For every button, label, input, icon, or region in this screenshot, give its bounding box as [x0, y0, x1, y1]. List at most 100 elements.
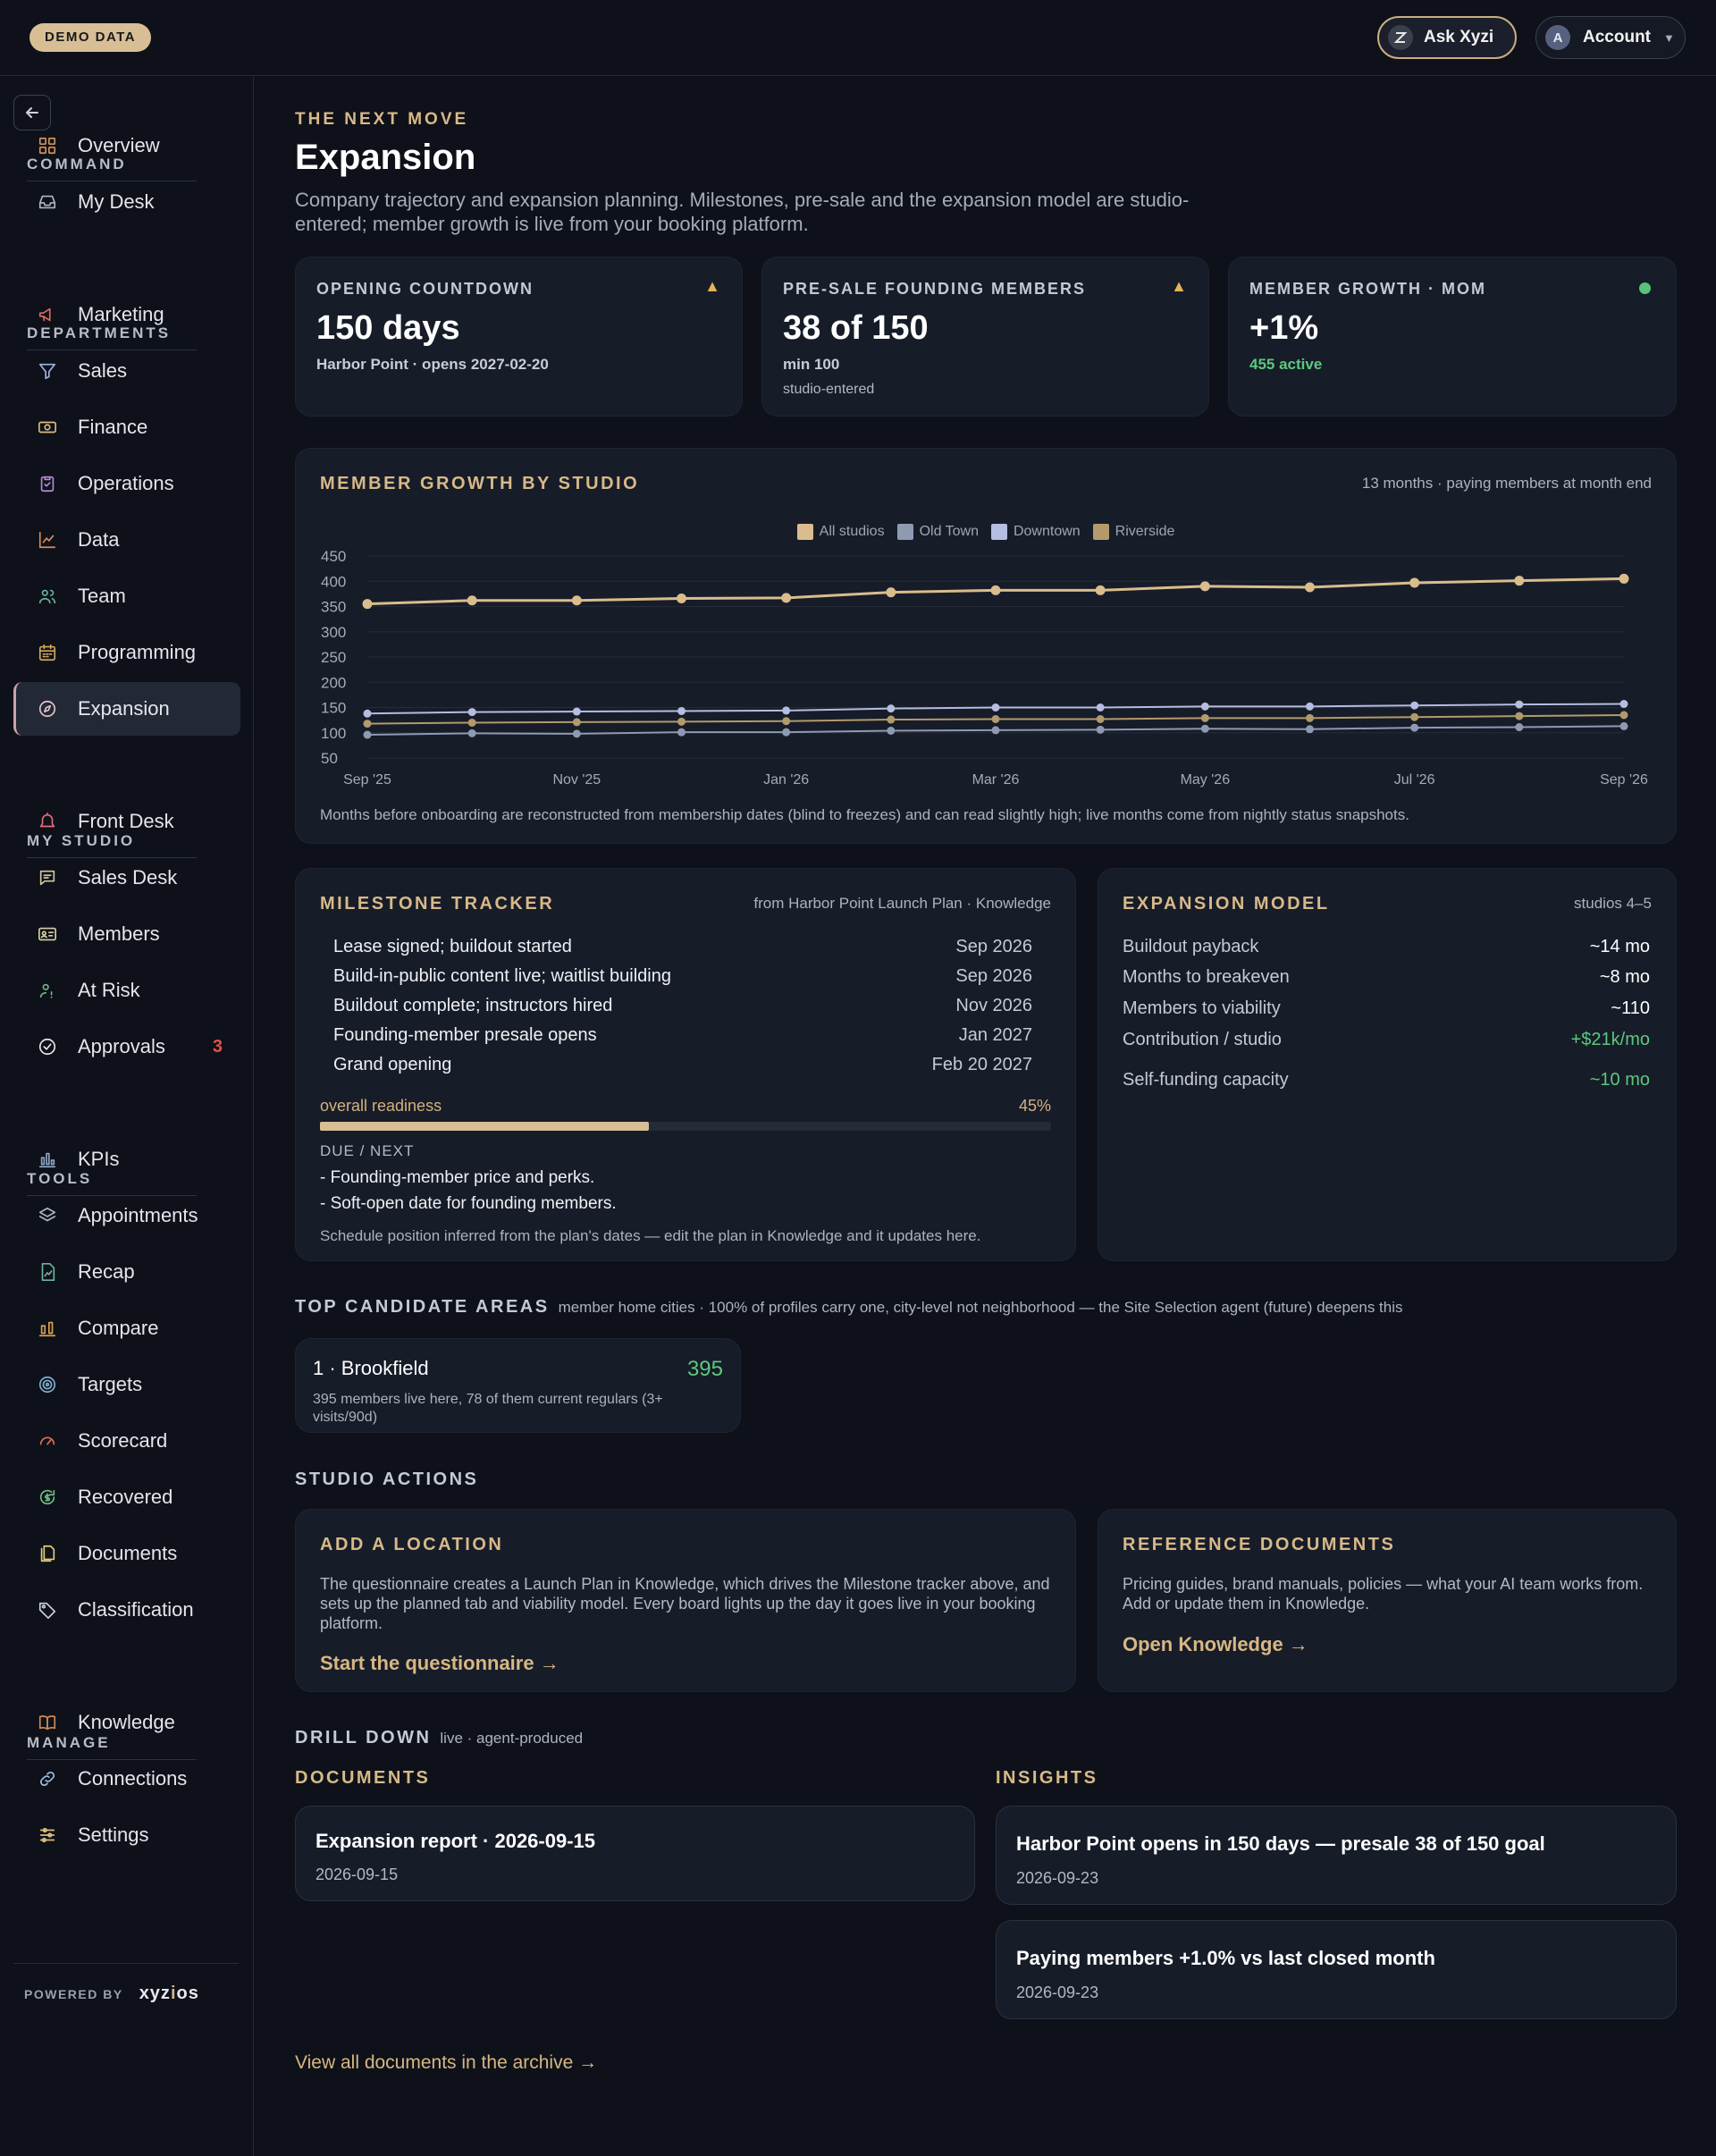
sidebar-item-front-desk[interactable]: Front Desk [13, 795, 240, 848]
legend-label: Downtown [1013, 524, 1081, 539]
insight-card[interactable]: Harbor Point opens in 150 days — presale… [996, 1806, 1677, 1905]
reference-documents-title: REFERENCE DOCUMENTS [1123, 1535, 1396, 1554]
sidebar-item-expansion[interactable]: Expansion [13, 682, 240, 736]
data-point [1619, 700, 1628, 709]
sidebar-item-compare[interactable]: Compare [13, 1301, 240, 1355]
milestone-date: Jan 2027 [958, 1025, 1032, 1045]
milestone-date: Feb 20 2027 [931, 1055, 1032, 1074]
sidebar-item-kpis[interactable]: KPIs [13, 1133, 240, 1186]
kpi-presale-members: PRE-SALE FOUNDING MEMBERS ▲ 38 of 150 mi… [761, 257, 1209, 417]
expansion-model-value: ~14 mo [1589, 937, 1650, 956]
candidate-area-description: 395 members live here, 78 of them curren… [313, 1392, 663, 1425]
y-tick-label: 400 [321, 573, 346, 590]
document-card[interactable]: Expansion report · 2026-09-15 2026-09-15 [295, 1806, 975, 1901]
x-tick-label: Nov '25 [552, 772, 601, 787]
legend-swatch [990, 524, 1007, 540]
sidebar-item-recap[interactable]: Recap [13, 1245, 240, 1299]
open-knowledge-link[interactable]: Open Knowledge → [1123, 1633, 1308, 1656]
data-point [1305, 582, 1315, 593]
data-point [1619, 573, 1629, 584]
data-point [467, 708, 476, 717]
sidebar-item-marketing[interactable]: Marketing [13, 288, 240, 341]
milestone-date: Sep 2026 [955, 937, 1032, 956]
insight-title: Paying members +1.0% vs last closed mont… [1016, 1947, 1435, 1969]
milestone-row: Build-in-public content live; waitlist b… [333, 966, 1032, 987]
file-chart-icon [37, 1261, 58, 1283]
due-item: - Soft-open date for founding members. [320, 1194, 617, 1213]
due-next-label: DUE / NEXT [320, 1142, 415, 1159]
candidate-areas-meta: member home cities · 100% of profiles ca… [558, 1299, 1403, 1316]
data-point [677, 728, 686, 737]
legend-label: Old Town [919, 524, 979, 539]
view-archive-link[interactable]: View all documents in the archive → [295, 2052, 597, 2074]
data-point [1306, 725, 1314, 734]
sidebar-item-operations[interactable]: Operations [13, 457, 240, 510]
sidebar-item-targets[interactable]: Targets [13, 1358, 240, 1411]
insights-title: INSIGHTS [996, 1768, 1098, 1788]
drill-down-meta: live · agent-produced [440, 1730, 584, 1747]
sidebar-item-overview[interactable]: Overview [13, 119, 240, 173]
sidebar-item-scorecard[interactable]: Scorecard [13, 1414, 240, 1468]
legend-item[interactable]: All studios [796, 524, 885, 540]
legend-item[interactable]: Downtown [990, 524, 1081, 540]
sidebar-item-programming[interactable]: Programming [13, 626, 240, 679]
account-menu-button[interactable]: A Account ▼ [1535, 16, 1686, 59]
candidate-area-card[interactable]: 1 · Brookfield 395 395 members live here… [295, 1338, 741, 1433]
milestone-title: MILESTONE TRACKER [320, 894, 555, 914]
milestone-label: Founding-member presale opens [333, 1025, 597, 1045]
sidebar-item-appointments[interactable]: Appointments [13, 1189, 240, 1242]
warning-icon: ▲ [704, 277, 720, 295]
data-point [1515, 700, 1524, 709]
banknote-icon [37, 417, 58, 438]
legend-item[interactable]: Old Town [896, 524, 979, 540]
sidebar-item-my-desk[interactable]: My Desk [13, 175, 240, 229]
data-point [467, 728, 476, 737]
sidebar-item-at-risk[interactable]: At Risk [13, 964, 240, 1017]
data-point [991, 726, 1000, 735]
sidebar: COMMAND DEPARTMENTS MY STUDIO TOOLS MANA… [0, 77, 254, 2156]
y-tick-label: 100 [321, 725, 346, 742]
x-tick-label: May '26 [1181, 772, 1231, 787]
sidebar-item-label: Programming [78, 641, 197, 663]
data-point [572, 718, 581, 727]
ask-xyzi-button[interactable]: Ask Xyzi [1377, 16, 1517, 59]
candidate-area-name: 1 · Brookfield [313, 1357, 429, 1379]
milestone-date: Sep 2026 [955, 966, 1032, 986]
sidebar-item-approvals[interactable]: Approvals 3 [13, 1020, 240, 1074]
chevron-down-icon: ▼ [1663, 30, 1675, 45]
sidebar-item-classification[interactable]: Classification [13, 1583, 240, 1637]
expansion-model-label: Self-funding capacity [1123, 1070, 1289, 1090]
sidebar-item-sales-desk[interactable]: Sales Desk [13, 851, 240, 905]
expansion-model-value: ~110 [1611, 998, 1650, 1018]
data-point [362, 599, 373, 610]
expansion-model-title: EXPANSION MODEL [1123, 894, 1330, 914]
start-questionnaire-link[interactable]: Start the questionnaire → [320, 1652, 559, 1675]
sidebar-item-documents[interactable]: Documents [13, 1527, 240, 1580]
sidebar-item-settings[interactable]: Settings [13, 1808, 240, 1862]
chart-meta: 13 months · paying members at month end [1361, 475, 1652, 492]
sidebar-item-team[interactable]: Team [13, 569, 240, 623]
data-point [571, 595, 582, 606]
legend-item[interactable]: Riverside [1092, 524, 1174, 540]
sidebar-item-knowledge[interactable]: Knowledge [13, 1696, 240, 1749]
funnel-icon [37, 360, 58, 382]
sidebar-item-connections[interactable]: Connections [13, 1752, 240, 1806]
data-point [1514, 576, 1525, 586]
sidebar-item-sales[interactable]: Sales [13, 344, 240, 398]
kpi-value: +1% [1249, 309, 1319, 347]
sidebar-item-finance[interactable]: Finance [13, 400, 240, 454]
milestone-row: Grand opening Feb 20 2027 [333, 1055, 1032, 1075]
sidebar-item-data[interactable]: Data [13, 513, 240, 567]
expansion-model-card: EXPANSION MODEL studios 4–5 Buildout pay… [1098, 868, 1677, 1261]
y-tick-label: 300 [321, 624, 346, 641]
sidebar-item-label: Operations [78, 472, 174, 494]
gauge-icon [37, 1430, 58, 1452]
sidebar-item-recovered[interactable]: Recovered [13, 1470, 240, 1524]
sidebar-item-members[interactable]: Members [13, 907, 240, 961]
chart-legend: All studios Old Town Downtown Riverside [296, 524, 1676, 540]
due-item: - Founding-member price and perks. [320, 1168, 595, 1187]
milestone-tracker-card: MILESTONE TRACKER from Harbor Point Laun… [295, 868, 1076, 1261]
data-point [1515, 723, 1524, 732]
milestone-label: Buildout complete; instructors hired [333, 996, 613, 1015]
insight-card[interactable]: Paying members +1.0% vs last closed mont… [996, 1920, 1677, 2019]
